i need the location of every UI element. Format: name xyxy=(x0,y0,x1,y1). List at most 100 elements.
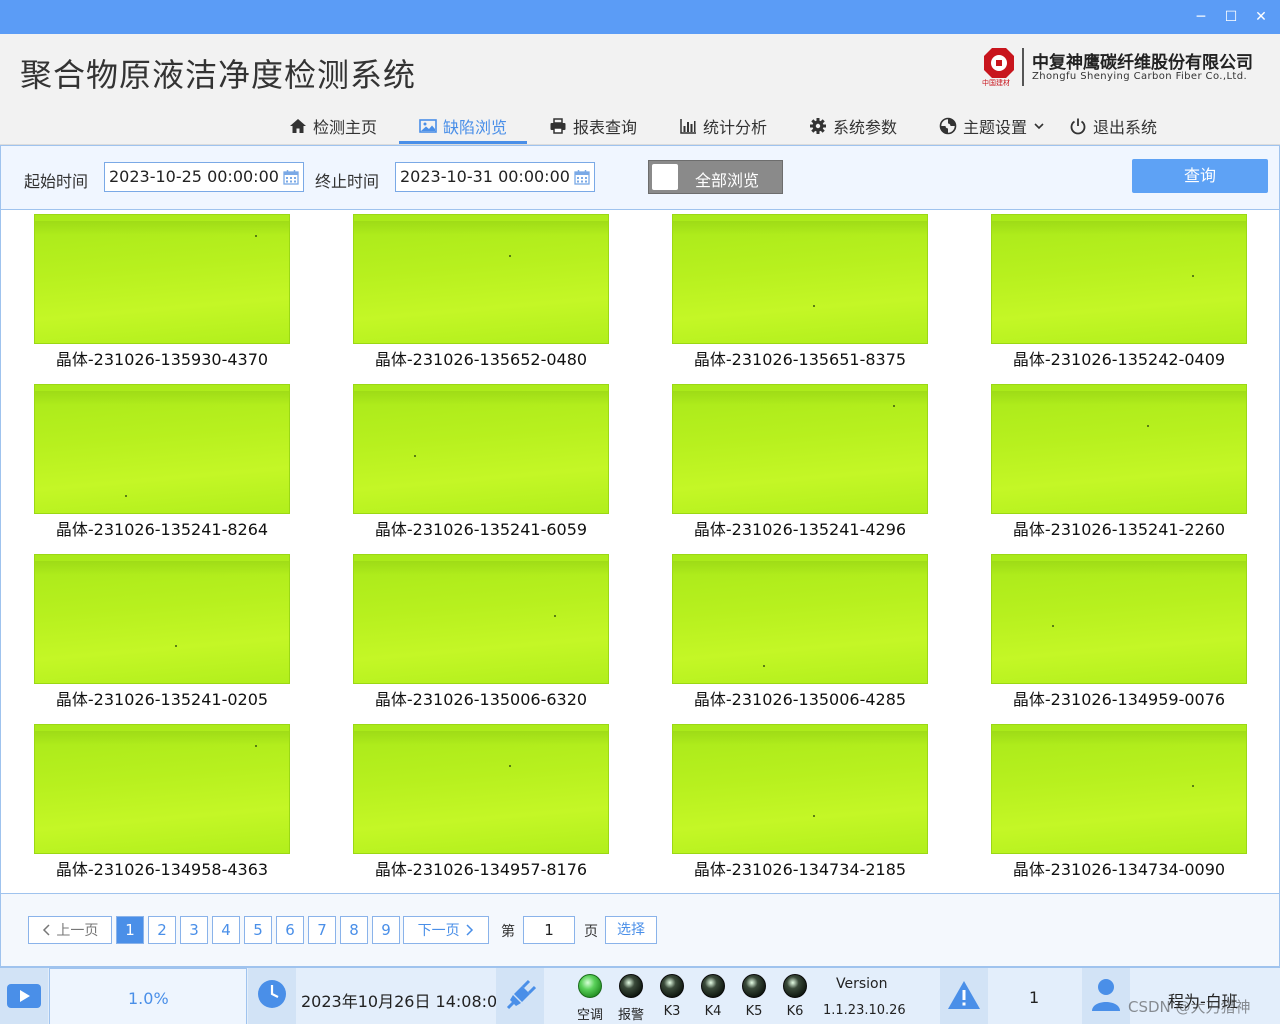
indicator-label: K3 xyxy=(663,1004,681,1019)
defect-image-card[interactable]: 晶体-231026-135652-0480 xyxy=(320,210,620,375)
warning-icon xyxy=(948,981,980,1009)
nav-report-query[interactable]: 报表查询 xyxy=(549,108,637,144)
defect-thumbnail[interactable] xyxy=(672,554,928,684)
defect-image-grid: 晶体-231026-135930-4370 晶体-231026-135652-04… xyxy=(0,210,1280,894)
defect-thumbnail[interactable] xyxy=(34,384,290,514)
palette-icon xyxy=(939,117,957,135)
window-titlebar: ─ ☐ ✕ xyxy=(0,0,1280,34)
end-time-value: 2023-10-31 00:00:00 xyxy=(400,167,570,186)
defect-speck xyxy=(1192,785,1194,787)
indicator-led xyxy=(619,974,643,998)
clock-icon xyxy=(258,980,286,1008)
defect-speck xyxy=(1192,275,1194,277)
next-page-button[interactable]: 下一页 xyxy=(403,916,489,944)
defect-image-caption: 晶体-231026-134734-0090 xyxy=(1012,860,1226,879)
defect-image-card[interactable]: 晶体-231026-135651-8375 xyxy=(639,210,939,375)
defect-thumbnail[interactable] xyxy=(353,554,609,684)
defect-image-card[interactable]: 晶体-231026-135241-0205 xyxy=(1,550,301,715)
nav-exit[interactable]: 退出系统 xyxy=(1069,108,1157,144)
select-page-button[interactable]: 选择 xyxy=(605,916,657,944)
defect-image-caption: 晶体-231026-135006-4285 xyxy=(693,690,907,709)
defect-image-card[interactable]: 晶体-231026-134734-0090 xyxy=(958,720,1258,885)
calendar-icon[interactable] xyxy=(574,169,590,185)
page-number-button[interactable]: 2 xyxy=(148,916,176,944)
nav-home[interactable]: 检测主页 xyxy=(289,108,377,144)
nav-statistics[interactable]: 统计分析 xyxy=(679,108,767,144)
query-button[interactable]: 查询 xyxy=(1132,159,1268,193)
defect-image-card[interactable]: 晶体-231026-134734-2185 xyxy=(639,720,939,885)
defect-image-card[interactable]: 晶体-231026-135242-0409 xyxy=(958,210,1258,375)
power-icon xyxy=(1069,117,1087,135)
page-number-button[interactable]: 7 xyxy=(308,916,336,944)
defect-thumbnail[interactable] xyxy=(34,724,290,854)
minimize-button[interactable]: ─ xyxy=(1190,6,1212,28)
connection-cell xyxy=(496,968,544,1024)
defect-image-card[interactable]: 晶体-231026-135006-6320 xyxy=(320,550,620,715)
indicator-led xyxy=(701,974,725,998)
defect-speck xyxy=(255,745,257,747)
defect-image-caption: 晶体-231026-135241-8264 xyxy=(55,520,269,539)
image-icon xyxy=(419,117,437,135)
end-time-input[interactable]: 2023-10-31 00:00:00 xyxy=(395,162,595,192)
logo-divider xyxy=(1022,48,1024,86)
play-button[interactable] xyxy=(0,968,48,1024)
end-time-label: 终止时间 xyxy=(315,172,380,191)
defect-thumbnail[interactable] xyxy=(991,554,1247,684)
next-page-label: 下一页 xyxy=(417,923,460,939)
nav-statistics-label: 统计分析 xyxy=(703,118,768,137)
maximize-button[interactable]: ☐ xyxy=(1220,6,1242,28)
defect-image-caption: 晶体-231026-135006-6320 xyxy=(374,690,588,709)
defect-image-caption: 晶体-231026-135241-6059 xyxy=(374,520,588,539)
page-number-button[interactable]: 8 xyxy=(340,916,368,944)
defect-image-card[interactable]: 晶体-231026-134957-8176 xyxy=(320,720,620,885)
defect-thumbnail[interactable] xyxy=(991,214,1247,344)
defect-speck xyxy=(175,645,177,647)
defect-thumbnail[interactable] xyxy=(353,214,609,344)
nav-defect-browse[interactable]: 缺陷浏览 xyxy=(398,108,528,144)
defect-image-caption: 晶体-231026-134958-4363 xyxy=(55,860,269,879)
nav-theme-settings-label: 主题设置 xyxy=(963,118,1028,137)
defect-image-card[interactable]: 晶体-231026-135241-4296 xyxy=(639,380,939,545)
page-number-button[interactable]: 1 xyxy=(116,916,144,944)
calendar-icon[interactable] xyxy=(283,169,299,185)
nav-theme-settings[interactable]: 主题设置 xyxy=(939,108,1045,144)
defect-speck xyxy=(509,765,511,767)
defect-thumbnail[interactable] xyxy=(34,554,290,684)
defect-thumbnail[interactable] xyxy=(353,724,609,854)
prev-page-label: 上一页 xyxy=(56,923,99,939)
close-button[interactable]: ✕ xyxy=(1250,6,1272,28)
defect-thumbnail[interactable] xyxy=(991,384,1247,514)
page-number-button[interactable]: 6 xyxy=(276,916,304,944)
defect-thumbnail[interactable] xyxy=(672,384,928,514)
progress-value: 1.0% xyxy=(128,989,169,1008)
nav-system-params-label: 系统参数 xyxy=(833,118,898,137)
defect-thumbnail[interactable] xyxy=(672,214,928,344)
defect-image-card[interactable]: 晶体-231026-134959-0076 xyxy=(958,550,1258,715)
alarm-cell xyxy=(940,968,988,1024)
page-number-button[interactable]: 4 xyxy=(212,916,240,944)
defect-image-card[interactable]: 晶体-231026-135241-8264 xyxy=(1,380,301,545)
indicator-led xyxy=(660,974,684,998)
prev-page-button[interactable]: 上一页 xyxy=(28,916,112,944)
nav-system-params[interactable]: 系统参数 xyxy=(809,108,897,144)
page-number-input[interactable]: 1 xyxy=(523,916,575,944)
defect-thumbnail[interactable] xyxy=(991,724,1247,854)
defect-image-card[interactable]: 晶体-231026-135241-2260 xyxy=(958,380,1258,545)
page-number-button[interactable]: 3 xyxy=(180,916,208,944)
defect-image-caption: 晶体-231026-134959-0076 xyxy=(1012,690,1226,709)
defect-image-card[interactable]: 晶体-231026-134958-4363 xyxy=(1,720,301,885)
defect-image-card[interactable]: 晶体-231026-135930-4370 xyxy=(1,210,301,375)
defect-speck xyxy=(125,495,127,497)
defect-thumbnail[interactable] xyxy=(672,724,928,854)
user-cell[interactable] xyxy=(1082,968,1130,1024)
defect-thumbnail[interactable] xyxy=(353,384,609,514)
indicator-led xyxy=(578,974,602,998)
defect-thumbnail[interactable] xyxy=(34,214,290,344)
user-icon xyxy=(1092,979,1120,1011)
browse-all-toggle[interactable]: 全部浏览 xyxy=(648,160,783,194)
start-time-input[interactable]: 2023-10-25 00:00:00 xyxy=(104,162,304,192)
defect-image-card[interactable]: 晶体-231026-135241-6059 xyxy=(320,380,620,545)
page-number-button[interactable]: 9 xyxy=(372,916,400,944)
defect-image-card[interactable]: 晶体-231026-135006-4285 xyxy=(639,550,939,715)
page-number-button[interactable]: 5 xyxy=(244,916,272,944)
